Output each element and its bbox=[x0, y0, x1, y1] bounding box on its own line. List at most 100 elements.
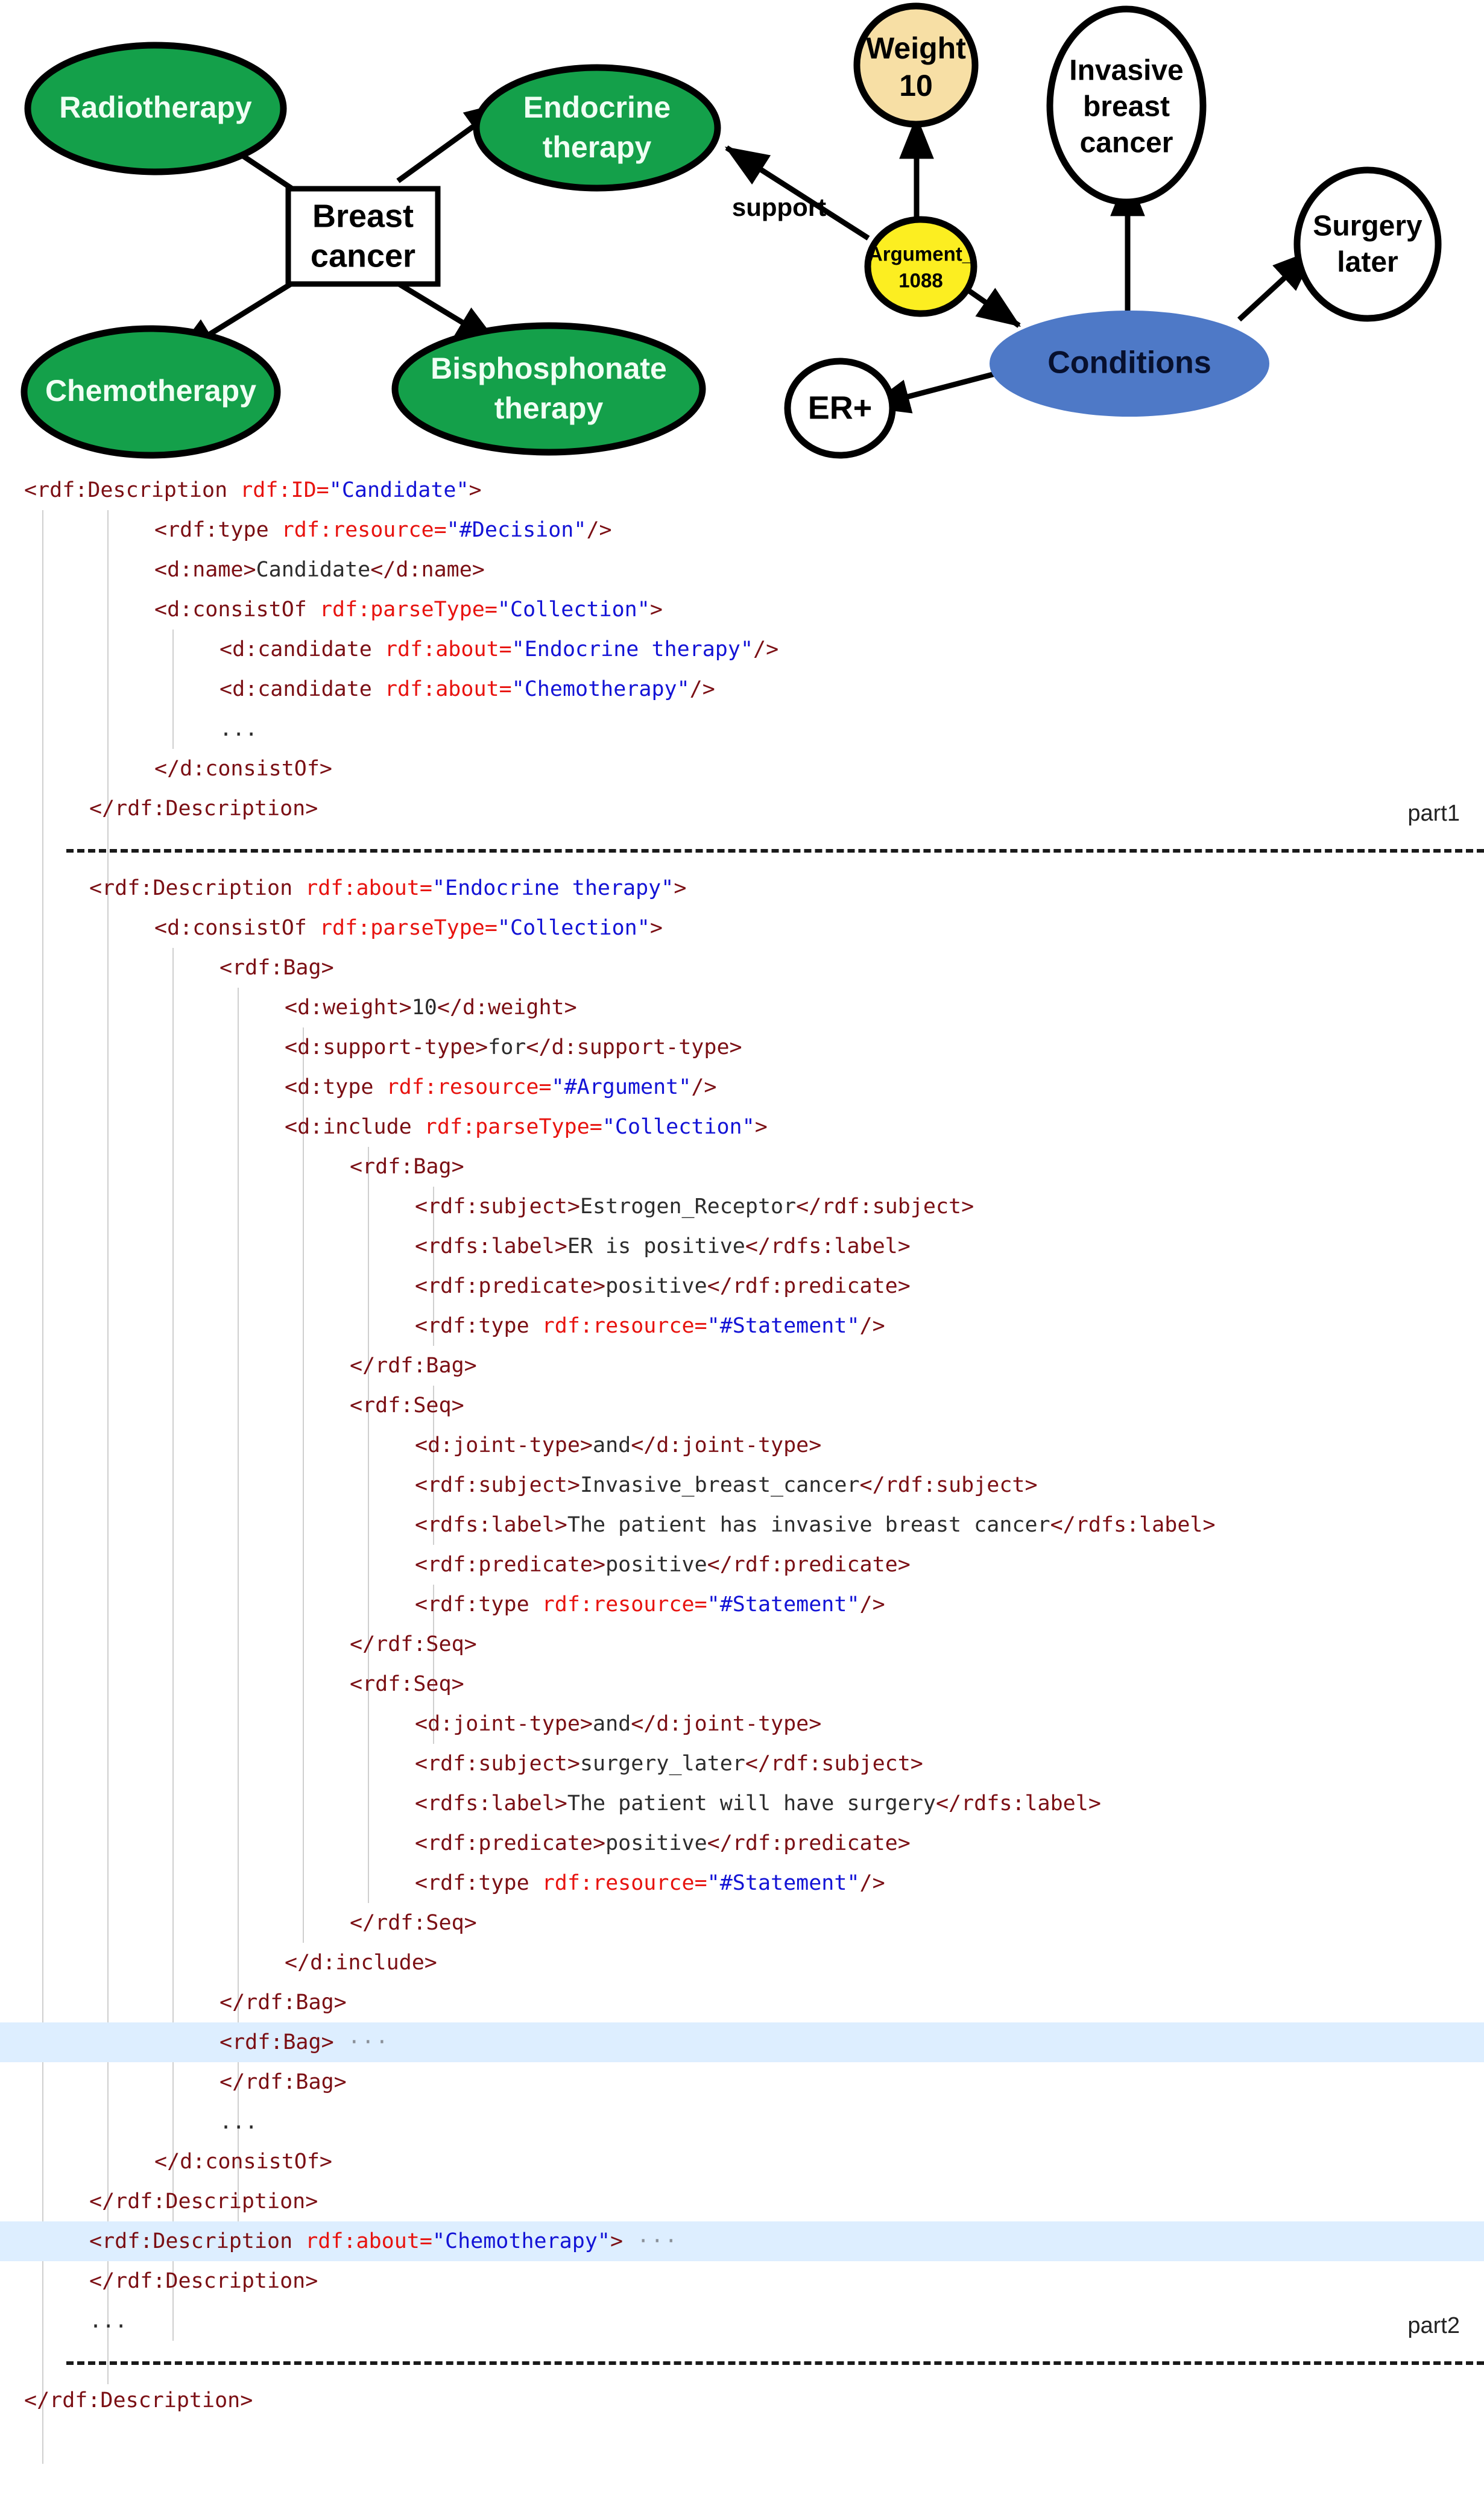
code-token-tag: <d:type bbox=[285, 1075, 387, 1099]
node-invasive-label-line1: Invasive bbox=[1069, 55, 1183, 87]
node-surgery-label-line1: Surgery bbox=[1313, 210, 1422, 242]
code-line: <d:weight>10</d:weight> bbox=[0, 988, 1484, 1027]
code-line: <rdfs:label>The patient will have surger… bbox=[0, 1784, 1484, 1823]
code-line: <d:consistOf rdf:parseType="Collection"> bbox=[0, 908, 1484, 948]
part-divider bbox=[66, 2361, 1484, 2365]
code-token-tag: </d:consistOf> bbox=[154, 757, 333, 781]
code-token-tag: </rdf:Description> bbox=[24, 2388, 253, 2413]
code-token-tag: <d:candidate bbox=[219, 677, 385, 701]
code-token-plain: surgery_later bbox=[579, 1752, 745, 1776]
code-token-tag: /> bbox=[859, 1314, 885, 1338]
code-token-tag: /> bbox=[753, 637, 779, 661]
code-token-plain: positive bbox=[605, 1274, 707, 1298]
code-token-val: "Collection" bbox=[497, 916, 650, 940]
code-token-tag: > bbox=[469, 478, 482, 502]
code-token-tag: <d:consistOf bbox=[154, 598, 320, 622]
code-token-tag: <rdf:Bag> bbox=[219, 956, 334, 980]
code-line: <rdf:Seq> bbox=[0, 1386, 1484, 1425]
code-token-tag: </d:support-type> bbox=[526, 1035, 742, 1059]
code-line: <d:joint-type>and</d:joint-type> bbox=[0, 1704, 1484, 1744]
code-token-tag: </d:joint-type> bbox=[631, 1712, 822, 1736]
code-token-tag: <d:joint-type> bbox=[415, 1433, 593, 1457]
code-token-tag: <rdfs:label> bbox=[415, 1513, 567, 1537]
code-token-attr: rdf:about= bbox=[305, 876, 432, 900]
code-token-plain: 10 bbox=[411, 996, 437, 1020]
code-token-tag: <d:name> bbox=[154, 558, 256, 582]
node-breast-cancer: Breast cancer bbox=[285, 186, 441, 287]
node-bisphosphonate-label-line2: therapy bbox=[494, 391, 604, 425]
code-line: <rdfs:label>ER is positive</rdfs:label> bbox=[0, 1226, 1484, 1266]
code-token-attr: rdf:resource= bbox=[542, 1871, 707, 1895]
node-invasive-breast-cancer: Invasive breast cancer bbox=[1046, 5, 1207, 206]
code-token-attr: rdf:parseType= bbox=[424, 1115, 602, 1139]
code-line: <d:support-type>for</d:support-type> bbox=[0, 1027, 1484, 1067]
node-weight: Weight 10 bbox=[853, 2, 979, 128]
code-line: <rdf:Description rdf:about="Chemotherapy… bbox=[0, 2221, 1484, 2261]
code-token-tag: </d:weight> bbox=[437, 996, 577, 1020]
code-token-tag: <d:support-type> bbox=[285, 1035, 488, 1059]
node-surgery-label-line2: later bbox=[1337, 247, 1398, 279]
code-token-val: "Chemotherapy" bbox=[432, 2229, 610, 2253]
code-token-attr: rdf:resource= bbox=[386, 1075, 552, 1099]
code-token-val: "Endocrine therapy" bbox=[511, 637, 754, 661]
code-token-plain: The patient has invasive breast cancer bbox=[567, 1513, 1050, 1537]
code-line: <d:type rdf:resource="#Argument"/> bbox=[0, 1067, 1484, 1107]
code-token-tag: </d:include> bbox=[285, 1951, 437, 1975]
code-token-attr: rdf:resource= bbox=[542, 1592, 707, 1617]
code-token-val: "Candidate" bbox=[329, 478, 469, 502]
code-token-val: "Collection" bbox=[602, 1115, 755, 1139]
code-token-tag: </rdf:predicate> bbox=[707, 1553, 911, 1577]
code-token-tag: </rdf:subject> bbox=[745, 1752, 923, 1776]
code-token-dots: ... bbox=[219, 717, 258, 741]
code-separator-row bbox=[0, 829, 1484, 868]
code-line: ... bbox=[0, 2102, 1484, 2142]
code-line: </d:consistOf> bbox=[0, 749, 1484, 789]
code-token-val: "#Argument" bbox=[551, 1075, 692, 1099]
code-token-tag: <rdf:type bbox=[154, 518, 282, 542]
code-token-tag: </rdf:Seq> bbox=[350, 1632, 477, 1656]
code-token-tag: </rdfs:label> bbox=[1050, 1513, 1216, 1537]
code-line: </rdf:Seq> bbox=[0, 1624, 1484, 1664]
code-line: <rdf:Bag> ··· bbox=[0, 2022, 1484, 2062]
code-token-tag: > bbox=[649, 598, 663, 622]
code-token-tag: <rdf:type bbox=[415, 1592, 542, 1617]
code-line: <rdf:subject>Invasive_breast_cancer</rdf… bbox=[0, 1465, 1484, 1505]
code-line: </rdf:Seq> bbox=[0, 1903, 1484, 1943]
node-weight-label-line2: 10 bbox=[899, 69, 933, 103]
code-token-tag: <rdf:type bbox=[415, 1871, 542, 1895]
code-line: <rdf:type rdf:resource="#Statement"/> bbox=[0, 1585, 1484, 1624]
code-token-tag: <rdf:type bbox=[415, 1314, 542, 1338]
code-line: <d:name>Candidate</d:name> bbox=[0, 550, 1484, 590]
code-line: <rdf:type rdf:resource="#Decision"/> bbox=[0, 510, 1484, 550]
node-bisphosphonate-label-line1: Bisphosphonate bbox=[431, 352, 667, 385]
code-token-val: "#Statement" bbox=[707, 1871, 860, 1895]
node-bisphosphonate-therapy: Bisphosphonate therapy bbox=[391, 322, 706, 456]
node-surgery-later: Surgery later bbox=[1293, 166, 1442, 322]
code-token-attr: rdf:about= bbox=[384, 637, 512, 661]
node-conditions-label: Conditions bbox=[1047, 346, 1211, 380]
code-line: <rdf:Seq> bbox=[0, 1664, 1484, 1704]
code-token-tag: /> bbox=[586, 518, 612, 542]
node-argument-1088: Argument_ 1088 bbox=[864, 216, 977, 317]
code-token-tag: </rdf:predicate> bbox=[707, 1274, 911, 1298]
code-token-attr: rdf:ID= bbox=[240, 478, 329, 502]
code-token-fold: ··· bbox=[333, 2030, 390, 2054]
code-token-tag: > bbox=[610, 2229, 624, 2253]
code-line: <rdf:predicate>positive</rdf:predicate> bbox=[0, 1545, 1484, 1585]
code-token-tag: > bbox=[754, 1115, 768, 1139]
part-divider bbox=[66, 849, 1484, 853]
code-token-val: "Endocrine therapy" bbox=[432, 876, 674, 900]
edge-label-support: support bbox=[732, 193, 826, 221]
code-token-val: "Chemotherapy" bbox=[511, 677, 690, 701]
code-line: <rdf:subject>Estrogen_Receptor</rdf:subj… bbox=[0, 1187, 1484, 1226]
code-token-tag: </rdf:subject> bbox=[859, 1473, 1038, 1497]
code-token-tag: > bbox=[674, 876, 687, 900]
node-invasive-label-line2: breast bbox=[1083, 91, 1170, 123]
code-line: <rdf:Description rdf:about="Endocrine th… bbox=[0, 868, 1484, 908]
code-token-attr: rdf:resource= bbox=[542, 1314, 707, 1338]
code-token-tag: /> bbox=[859, 1592, 885, 1617]
code-token-tag: <rdf:predicate> bbox=[415, 1553, 606, 1577]
code-token-tag: </rdf:subject> bbox=[796, 1195, 974, 1219]
code-token-tag: <rdf:Bag> bbox=[219, 2030, 334, 2054]
code-token-tag: /> bbox=[689, 677, 715, 701]
